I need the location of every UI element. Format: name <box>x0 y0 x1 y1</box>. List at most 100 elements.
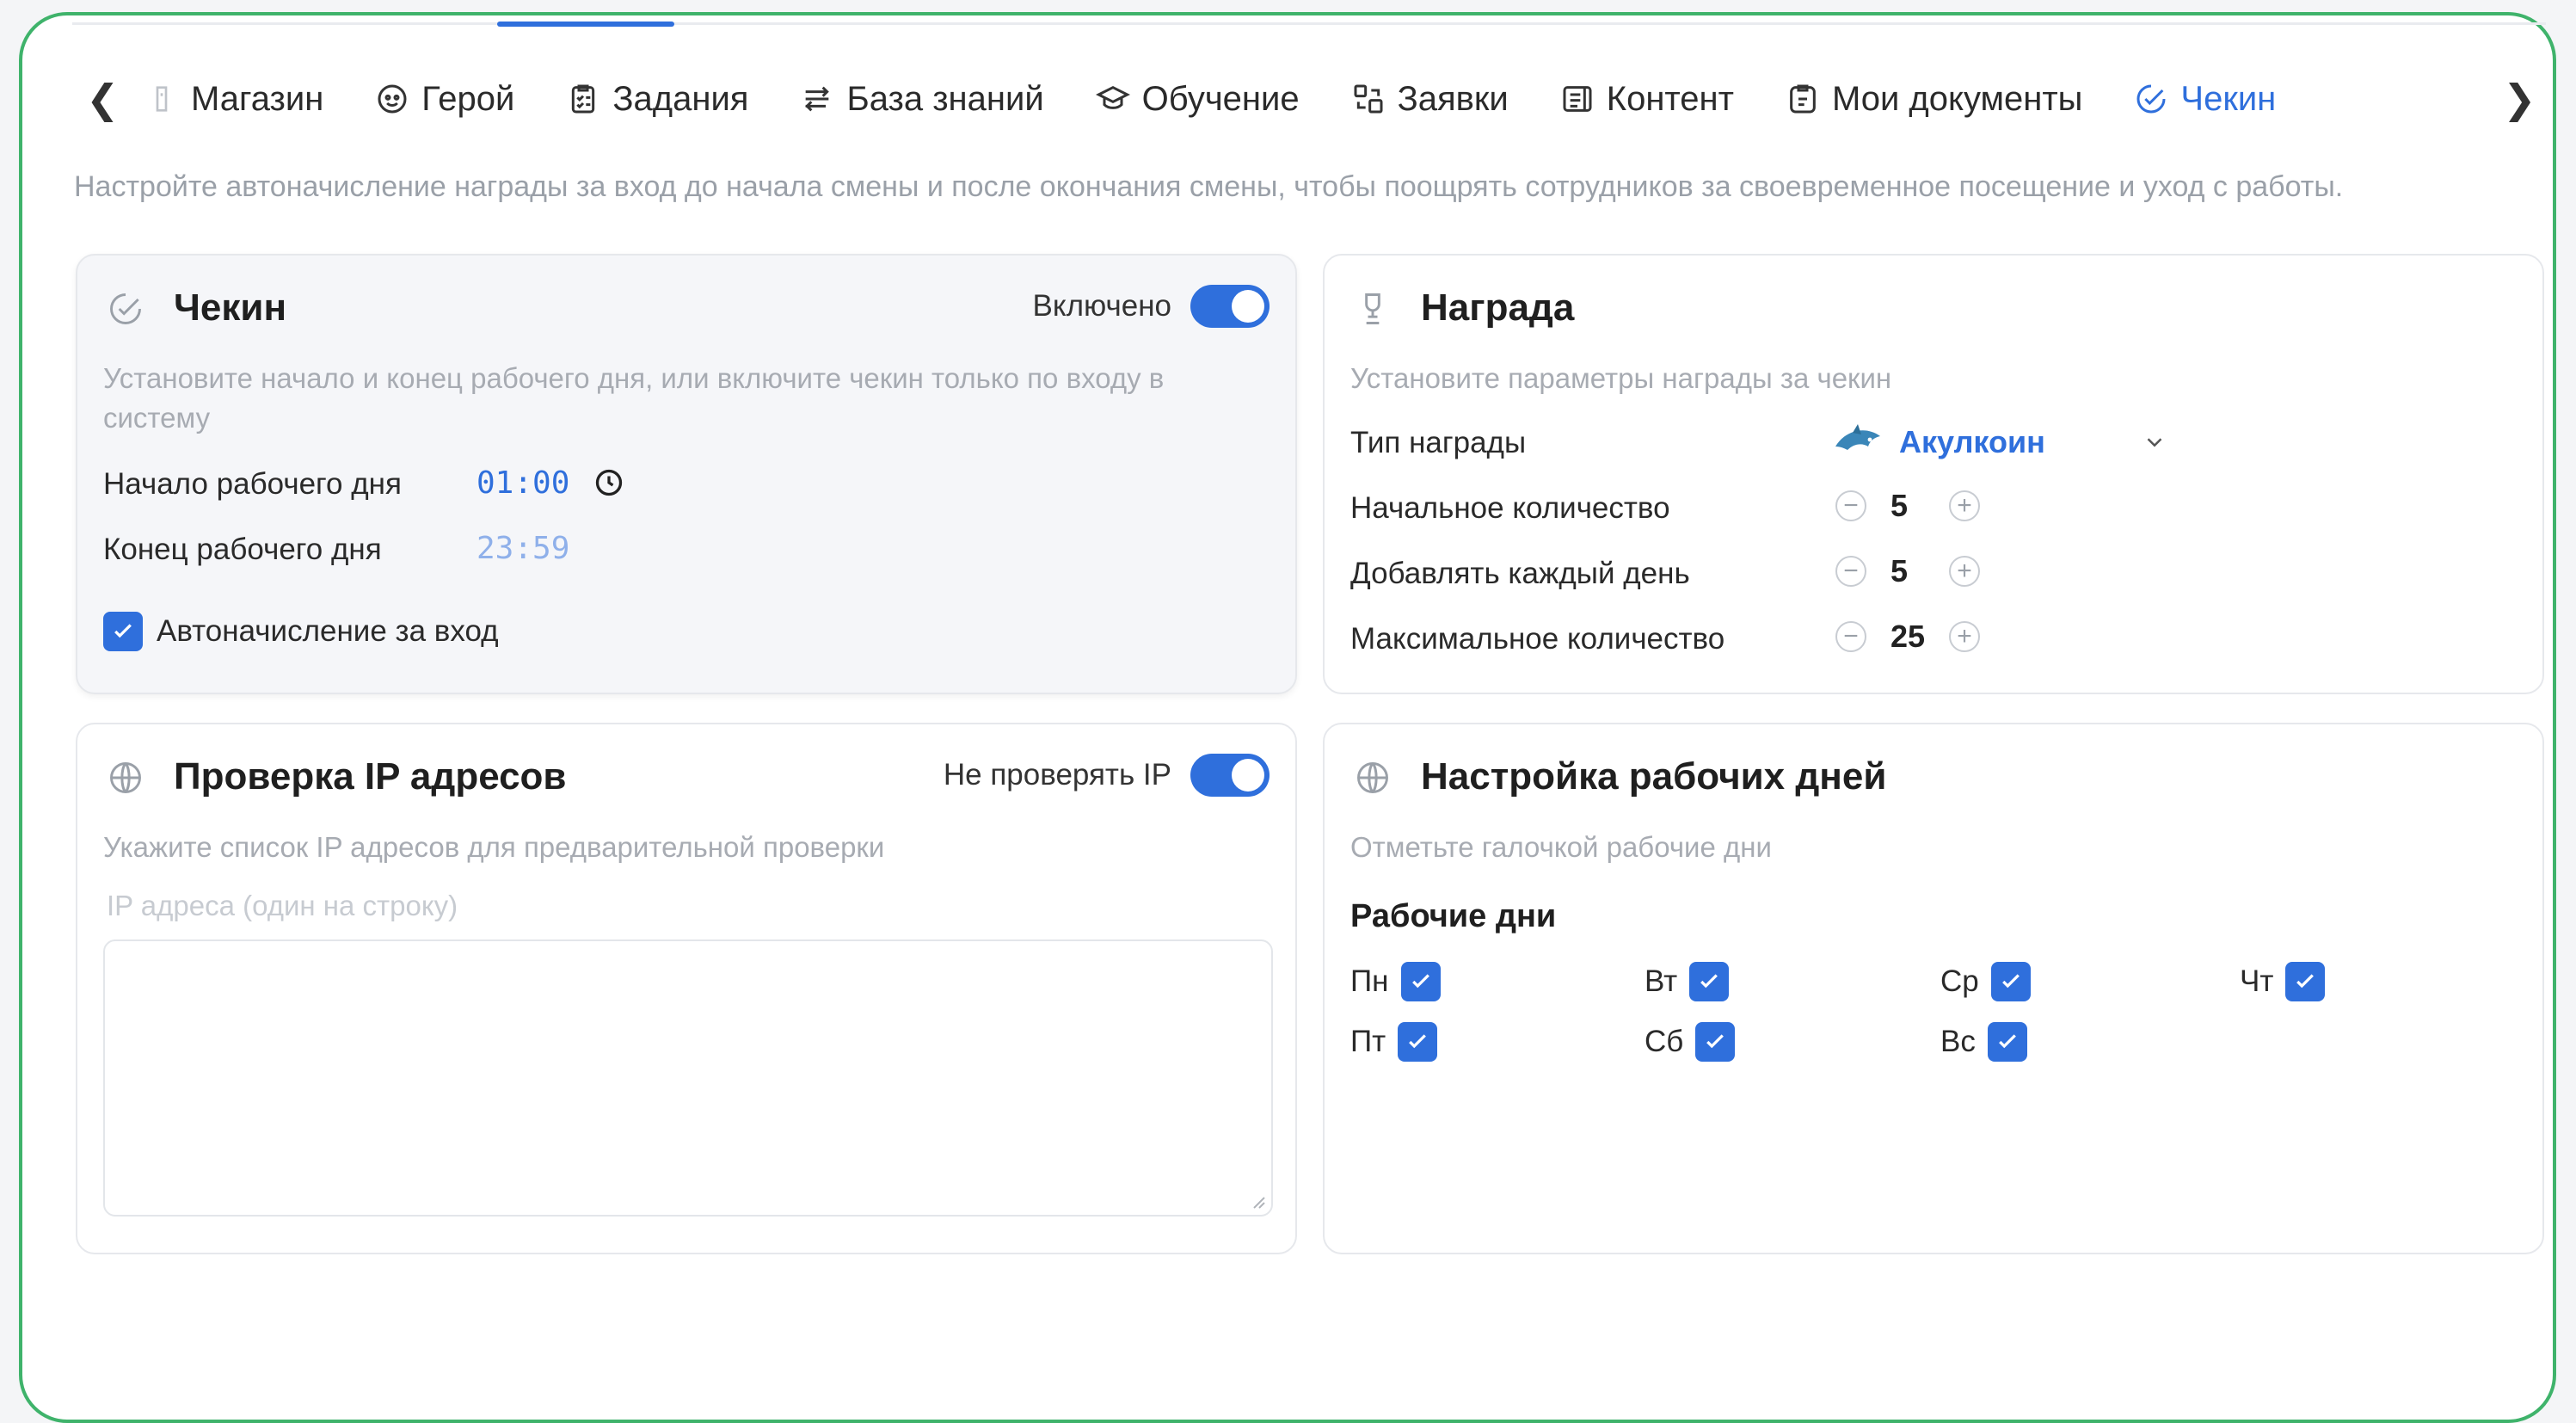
day-sunday: Вс <box>1940 1022 2027 1062</box>
checkin-icon <box>110 293 141 324</box>
day-checkbox[interactable] <box>1689 962 1730 1001</box>
clock-icon[interactable] <box>593 467 624 498</box>
checkin-enabled-toggle[interactable] <box>1190 285 1270 328</box>
tab-education[interactable]: Обучение <box>1095 79 1300 119</box>
ip-list-textarea[interactable] <box>103 939 1273 1217</box>
reward-type-label: Тип награды <box>1350 426 1527 459</box>
chevron-down-icon[interactable] <box>2142 429 2167 455</box>
check-icon <box>1411 974 1429 989</box>
day-saturday: Сб <box>1645 1022 1736 1062</box>
toggle-label: Включено <box>1032 289 1171 323</box>
initial-amount-stepper: − 5 + <box>1835 488 1980 524</box>
tab-documents[interactable]: Мои документы <box>1786 80 2082 119</box>
workdays-card: Настройка рабочих дней Отметьте галочкой… <box>1323 723 2544 1254</box>
day-thursday: Чт <box>2240 962 2326 1001</box>
active-indicator <box>497 22 674 27</box>
day-checkbox[interactable] <box>1987 1022 2027 1062</box>
toggle-label: Не проверять IP <box>943 758 1171 792</box>
day-checkbox[interactable] <box>1695 1022 1736 1062</box>
day-label: Сб <box>1645 1025 1684 1058</box>
ip-check-toggle[interactable] <box>1190 754 1270 797</box>
day-label: Пт <box>1350 1025 1386 1058</box>
tab-label: Магазин <box>191 79 324 118</box>
tab-content[interactable]: Контент <box>1560 80 1734 119</box>
auto-accrual-label: Автоначисление за вход <box>157 614 499 648</box>
ip-check-card: Проверка IP адресов Не проверять IP Укаж… <box>76 723 1297 1254</box>
requests-icon <box>1354 84 1383 114</box>
knowledge-base-icon <box>805 86 830 112</box>
tasks-icon <box>572 84 595 114</box>
card-subtitle: Укажите список IP адресов для предварите… <box>103 831 885 863</box>
check-icon <box>2296 974 2315 989</box>
page-description: Настройте автоначисление награды за вход… <box>74 170 2344 203</box>
hero-icon <box>378 84 407 114</box>
tab-label: Контент <box>1606 79 1734 118</box>
tab-knowledge-base[interactable]: База знаний <box>800 79 1044 119</box>
check-icon <box>1998 1034 2016 1049</box>
card-title: Награда <box>1421 286 1575 329</box>
content-icon <box>1563 86 1592 112</box>
tab-label: Мои документы <box>1831 79 2083 118</box>
decrement-button[interactable]: − <box>1835 490 1866 521</box>
card-subtitle: Установите начало и конец рабочего дня, … <box>103 362 1165 434</box>
ip-field-label: IP адреса (один на строку) <box>107 890 458 921</box>
daily-amount-label: Добавлять каждый день <box>1350 557 1690 590</box>
day-checkbox[interactable] <box>1990 962 2031 1001</box>
day-checkbox[interactable] <box>2285 962 2326 1001</box>
decrement-button[interactable]: − <box>1835 621 1866 652</box>
end-label: Конец рабочего дня <box>103 533 382 566</box>
day-label: Пн <box>1350 964 1389 998</box>
reward-type-select[interactable]: Акулкоин <box>1899 424 2045 460</box>
tab-label: База знаний <box>846 79 1044 118</box>
tab-shop[interactable]: Магазин <box>144 80 323 119</box>
auto-accrual-checkbox[interactable] <box>103 612 143 651</box>
shop-icon <box>156 86 168 112</box>
tab-label: Задания <box>612 79 749 118</box>
day-label: Вт <box>1645 964 1678 998</box>
checkin-toggle-group: Включено <box>1033 285 1270 328</box>
day-tuesday: Вт <box>1645 962 1730 1001</box>
tab-requests[interactable]: Заявки <box>1351 80 1509 119</box>
tab-label: Чекин <box>2180 79 2277 118</box>
globe-icon <box>110 762 141 793</box>
tab-tasks[interactable]: Задания <box>566 80 748 119</box>
tab-bar: Магазин Герой Задания База знаний Обучен… <box>144 69 2327 129</box>
stepper-value[interactable]: 5 <box>1891 488 1925 524</box>
shark-coin-icon <box>1835 424 1880 450</box>
scroll-left-arrow-icon[interactable]: ❮ <box>86 76 120 122</box>
tab-label: Обучение <box>1141 79 1300 118</box>
day-checkbox[interactable] <box>1398 1022 1438 1062</box>
card-title: Чекин <box>174 286 287 329</box>
resize-handle-icon[interactable] <box>1249 1192 1266 1210</box>
stepper-value[interactable]: 5 <box>1891 553 1925 589</box>
tab-checkin[interactable]: Чекин <box>2134 80 2276 119</box>
stepper-value[interactable]: 25 <box>1891 619 1925 655</box>
card-subtitle: Отметьте галочкой рабочие дни <box>1350 831 1772 863</box>
day-label: Чт <box>2240 964 2274 998</box>
checkin-icon <box>2136 84 2166 114</box>
tab-label: Герой <box>421 79 515 118</box>
card-title: Настройка рабочих дней <box>1421 755 1887 798</box>
check-icon <box>2001 974 2020 989</box>
max-amount-label: Максимальное количество <box>1350 622 1725 656</box>
decrement-button[interactable]: − <box>1835 556 1866 587</box>
day-checkbox[interactable] <box>1400 962 1441 1001</box>
card-title: Проверка IP адресов <box>174 755 567 798</box>
increment-button[interactable]: + <box>1949 490 1980 521</box>
trophy-icon <box>1365 293 1380 324</box>
increment-button[interactable]: + <box>1949 621 1981 652</box>
daily-amount-stepper: − 5 + <box>1835 553 1980 589</box>
scroll-right-arrow-icon[interactable]: ❯ <box>2503 76 2536 122</box>
start-time-input[interactable]: 01:00 <box>476 465 569 501</box>
increment-button[interactable]: + <box>1949 556 1980 587</box>
check-icon <box>1700 974 1718 989</box>
day-monday: Пн <box>1350 962 1441 1001</box>
tab-fade <box>2400 69 2477 131</box>
checkin-card: Чекин Включено Установите начало и конец… <box>76 254 1297 694</box>
education-icon <box>1095 85 1130 109</box>
tab-hero[interactable]: Герой <box>375 80 514 119</box>
workdays-section-label: Рабочие дни <box>1350 898 1557 934</box>
end-time-input[interactable]: 23:59 <box>476 531 569 566</box>
check-icon <box>1409 1034 1427 1049</box>
auto-accrual-row: Автоначисление за вход <box>103 612 499 651</box>
